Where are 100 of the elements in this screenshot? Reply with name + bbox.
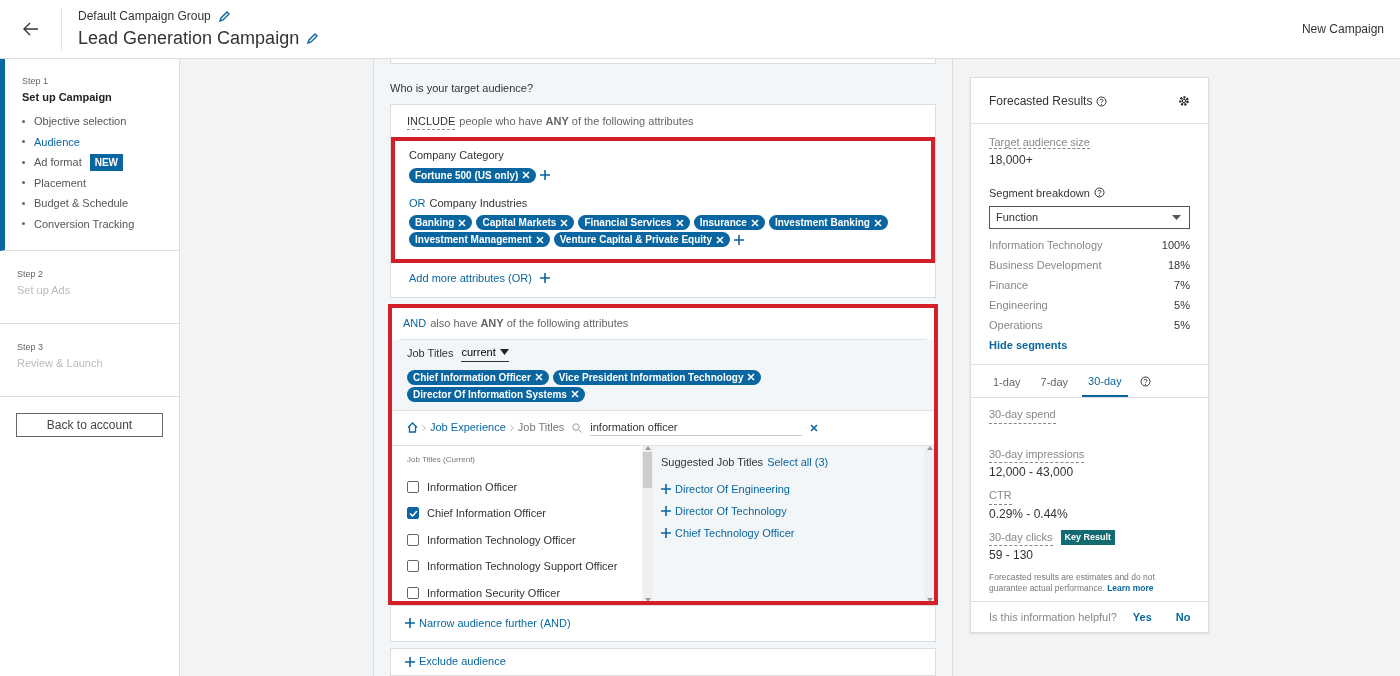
audience-size-value: 18,000+ [989,151,1034,169]
metric-label: CTR [989,487,1012,505]
filter-dropdown[interactable]: current [461,344,509,362]
add-button[interactable] [733,234,744,245]
step-link[interactable]: Conversion Tracking [34,215,135,232]
tag-chip[interactable]: Vice President Information Technology [552,369,762,385]
step-panel[interactable]: Step 3 Review & Launch [0,324,179,397]
tag-chip[interactable]: Chief Information Officer [407,369,549,385]
no-link[interactable]: No [1175,608,1191,626]
step-link[interactable]: Placement [34,174,86,191]
tag-chip[interactable]: Investment Management [409,232,550,247]
clear-button[interactable] [810,423,819,432]
step-title: Review & Launch [17,355,104,371]
exclude-audience-link[interactable]: Exclude audience [405,653,506,670]
plus-icon [540,170,551,180]
segment-name: Finance [989,278,1029,293]
segment-percent: 7% [1174,278,1190,293]
campaign-title: Lead Generation Campaign [78,26,300,50]
scroll-up-icon [926,445,933,450]
suggestion-link[interactable]: Director Of Engineering [661,478,924,500]
forecast-title: Forecasted Results [989,93,1093,110]
step-panel[interactable]: Step 2 Set up Ads [0,251,179,324]
checkbox[interactable] [407,480,419,493]
scrollbar[interactable] [642,445,653,602]
step-link[interactable]: Budget & Schedule [34,195,129,212]
metric-label: 30-day spend [989,406,1056,424]
remove-icon [458,218,467,227]
check-icon [408,509,418,517]
tag-chip[interactable]: Fortune 500 (US only) [409,167,537,183]
breadcrumb-link[interactable]: Job Titles [517,419,565,436]
back-to-account-button[interactable]: Back to account [16,413,163,437]
add-attributes-link[interactable]: Add more attributes (OR) [409,270,550,287]
caret-icon [499,349,509,356]
include-description: people who have ANY of the following attributes [459,113,694,129]
tag-chip[interactable]: Banking [409,215,473,230]
breadcrumb-link[interactable]: Job Experience [430,419,506,436]
period-tab[interactable]: 1-day [987,367,1027,396]
new-campaign-link[interactable]: New Campaign [1301,20,1384,38]
tag-chip[interactable]: Director Of Information Systems [407,386,585,402]
home-icon [407,422,418,433]
tag-chip[interactable]: Capital Markets [476,215,575,230]
checkbox[interactable] [407,507,419,520]
checkbox[interactable] [407,586,419,599]
step-number: Step 1 [22,75,50,88]
narrow-audience-link[interactable]: Narrow audience further (AND) [405,614,571,631]
option-label[interactable]: Information Technology Officer [427,531,576,548]
include-keyword: INCLUDE [407,112,456,130]
checkbox[interactable] [407,560,419,573]
remove-icon [747,373,756,381]
bullet-icon [22,181,25,185]
plus-icon [661,484,671,494]
scrollbar-thumb[interactable] [643,451,652,488]
period-tab[interactable]: 7-day [1034,367,1075,396]
home-button[interactable] [407,422,418,433]
tag-chip[interactable]: Insurance [693,215,765,230]
yes-link[interactable]: Yes [1132,608,1152,626]
hide-segments-link[interactable]: Hide segments [989,339,1068,351]
remove-icon [570,390,579,398]
option-label[interactable]: Information Security Officer [427,584,561,601]
tag-chip[interactable]: Venture Capital & Private Equity [553,232,730,247]
scrollbar[interactable] [924,445,935,602]
settings-button[interactable] [1178,95,1190,107]
option-label[interactable]: Information Officer [427,478,518,495]
segment-name: Business Development [989,258,1102,273]
help-icon [1093,187,1105,199]
step-link[interactable]: Objective selection [34,113,127,130]
add-button[interactable] [540,170,551,180]
segment-percent: 18% [1167,258,1190,273]
option-label[interactable]: Information Technology Support Officer [427,558,618,575]
tag-chip[interactable]: Financial Services [578,215,690,230]
bullet-icon [22,140,25,144]
step-link[interactable]: Audience [34,133,80,150]
learn-more-link[interactable]: Learn more [1107,583,1154,594]
caret-icon [1172,215,1181,220]
feedback-question: Is this information helpful? [989,609,1117,625]
list-heading: Job Titles (Current) [407,453,477,466]
bullet-icon [22,222,25,226]
plus-icon [661,506,671,516]
remove-icon [534,373,543,381]
tag-chip[interactable]: Investment Banking [768,215,888,230]
connector-label: OR [409,195,426,211]
step-link[interactable]: Ad format [34,154,82,171]
back-arrow-icon [22,22,39,36]
segment-dropdown[interactable]: Function [989,206,1190,229]
active-step-panel[interactable]: Step 1 Set up Campaign Objective selection Audience Ad format NEW Placement Budget & Schedule Conversion Tracking [0,59,179,251]
metric-label: 30-day clicks [989,528,1053,546]
and-description: also have ANY of the following attributes [430,316,629,329]
help-icon [1096,95,1108,107]
disclaimer-text: Forecasted results are estimates and do not guarantee actual performance. Learn more [989,572,1156,595]
audience-question: Who is your target audience? [390,81,535,96]
attribute-label: Job Titles [407,345,454,361]
scroll-down-icon [644,597,651,602]
period-tab[interactable]: 30-day [1082,366,1128,397]
checkbox[interactable] [407,533,419,546]
select-all-link[interactable]: Select all (3) [767,453,829,470]
segment-label: Segment breakdown [989,185,1090,201]
suggestion-link[interactable]: Director Of Technology [661,500,924,522]
suggestion-link[interactable]: Chief Technology Officer [661,522,924,544]
plus-icon [405,656,415,667]
option-label[interactable]: Chief Information Officer [427,505,546,522]
